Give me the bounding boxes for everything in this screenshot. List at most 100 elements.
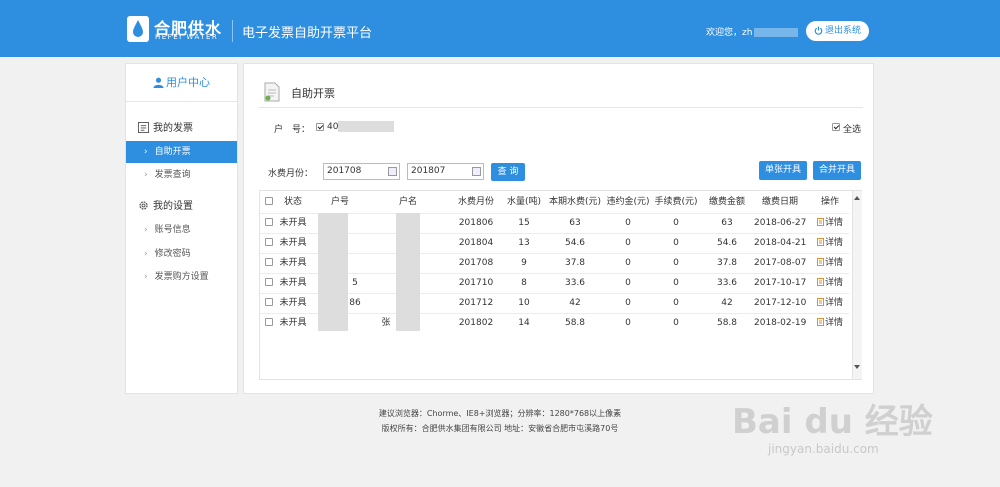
document-small-icon — [816, 318, 824, 326]
table-row[interactable]: 未开具 201804 13 54.6 0 0 54.6 2018-04-21 详… — [260, 233, 849, 253]
detail-link[interactable]: 详情 — [812, 314, 848, 333]
table-row[interactable]: 未开具 86 201712 10 42 0 0 42 2017-12-10 详情 — [260, 293, 849, 313]
logo-subtext: HEFEI WATER — [155, 33, 219, 41]
cell-status: 未开具 — [279, 258, 307, 268]
cell-penalty: 0 — [625, 318, 631, 328]
sidebar-item-account-info[interactable]: › 账号信息 — [126, 219, 237, 241]
cell-quantity: 8 — [521, 278, 527, 288]
sidebar: 用户中心 我的发票 › 自助开票 › 发票查询 我的设置 › 账号信息 › 修改密码 ›… — [125, 63, 238, 394]
cell-month: 201710 — [458, 278, 494, 288]
row-checkbox[interactable] — [265, 218, 273, 226]
row-checkbox-cell — [262, 234, 276, 253]
month-to-value: 201807 — [411, 166, 446, 176]
gear-icon — [139, 201, 148, 210]
chevron-right-icon: › — [144, 147, 148, 157]
detail-link[interactable]: 详情 — [812, 254, 848, 273]
calendar-icon[interactable] — [472, 167, 481, 176]
account-checkbox[interactable] — [316, 123, 324, 131]
month-from-input[interactable]: 201708 — [323, 163, 400, 180]
scroll-down-arrow[interactable] — [854, 365, 860, 369]
logo[interactable]: 合肥供水 HEFEI WATER — [127, 16, 227, 42]
sidebar-item-change-password[interactable]: › 修改密码 — [126, 243, 237, 265]
welcome-text: 欢迎您，zh — [706, 25, 799, 38]
cell-status: 未开具 — [279, 238, 307, 248]
header-checkbox[interactable] — [265, 197, 273, 205]
sidebar-group-invoices: 我的发票 — [138, 119, 193, 134]
col-amount: 缴费金额 — [708, 197, 745, 207]
title-divider — [259, 107, 863, 108]
merge-issue-button[interactable]: 合并开具 — [813, 161, 861, 180]
col-month: 水费月份 — [457, 197, 494, 207]
power-icon — [814, 26, 823, 35]
cell-fee: 54.6 — [564, 238, 586, 248]
detail-link[interactable]: 详情 — [812, 274, 848, 293]
detail-link[interactable]: 详情 — [812, 294, 848, 313]
col-name: 户名 — [398, 197, 417, 207]
cell-charge: 0 — [673, 238, 679, 248]
account-number: 40 — [327, 122, 339, 132]
calendar-icon[interactable] — [388, 167, 397, 176]
detail-link[interactable]: 详情 — [812, 214, 848, 233]
row-checkbox[interactable] — [265, 238, 273, 246]
logout-label: 退出系统 — [824, 26, 861, 36]
cell-month: 201804 — [458, 238, 494, 248]
row-checkbox-cell — [262, 274, 276, 293]
scroll-up-arrow[interactable] — [854, 196, 860, 200]
query-button[interactable]: 查 询 — [491, 163, 525, 181]
sidebar-item-invoice-query[interactable]: › 发票查询 — [126, 164, 237, 186]
cell-quantity: 9 — [521, 258, 527, 268]
table-scrollbar[interactable] — [852, 191, 862, 379]
chevron-right-icon: › — [144, 225, 148, 235]
col-status: 状态 — [283, 197, 302, 207]
sidebar-item-label: 发票查询 — [154, 170, 191, 180]
user-icon — [153, 77, 164, 88]
document-small-icon — [816, 238, 824, 246]
col-charge: 手续费(元) — [654, 197, 698, 207]
row-checkbox[interactable] — [265, 318, 273, 326]
baidu-watermark: Bai du 经验 jingyan.baidu.com — [732, 394, 933, 474]
top-bar: 合肥供水 HEFEI WATER 电子发票自助开票平台 欢迎您，zh 退出系统 — [0, 0, 1000, 57]
cell-fee: 63 — [569, 218, 581, 228]
logout-button[interactable]: 退出系统 — [806, 21, 869, 41]
detail-link[interactable]: 详情 — [812, 234, 848, 253]
main-panel: 自助开票 户 号： 40 全选 水费月份： 201708 201807 查 询 … — [243, 63, 874, 394]
cell-penalty: 0 — [625, 278, 631, 288]
row-checkbox[interactable] — [265, 258, 273, 266]
month-to-input[interactable]: 201807 — [407, 163, 484, 180]
detail-label: 详情 — [824, 298, 843, 308]
row-checkbox-cell — [262, 254, 276, 273]
cell-status: 未开具 — [279, 298, 307, 308]
table-header: 状态 户号 户名 水费月份 水量(吨) 本期水费(元) 违约金(元) 手续费(元… — [260, 191, 849, 213]
row-checkbox[interactable] — [265, 278, 273, 286]
cell-quantity: 13 — [518, 238, 530, 248]
single-issue-button[interactable]: 单张开具 — [759, 161, 807, 180]
detail-label: 详情 — [824, 318, 843, 328]
cell-fee: 42 — [569, 298, 581, 308]
invoice-table: 状态 户号 户名 水费月份 水量(吨) 本期水费(元) 违约金(元) 手续费(元… — [259, 190, 862, 380]
platform-title: 电子发票自助开票平台 — [242, 26, 373, 41]
row-checkbox[interactable] — [265, 298, 273, 306]
col-date: 缴费日期 — [761, 197, 798, 207]
welcome-label: 欢迎您，zh — [706, 28, 753, 38]
account-label: 户 号： — [274, 125, 311, 135]
cell-date: 2017-08-07 — [754, 258, 807, 268]
table-row[interactable]: 未开具 5 201710 8 33.6 0 0 33.6 2017-10-17 … — [260, 273, 849, 293]
cell-status: 未开具 — [279, 218, 307, 228]
table-row[interactable]: 未开具 张 201802 14 58.8 0 0 58.8 2018-02-19… — [260, 313, 849, 333]
table-row[interactable]: 未开具 201806 15 63 0 0 63 2018-06-27 详情 — [260, 213, 849, 233]
watermark-brand: Bai du 经验 — [732, 402, 933, 442]
detail-label: 详情 — [824, 258, 843, 268]
table-row[interactable]: 未开具 201708 9 37.8 0 0 37.8 2017-08-07 详情 — [260, 253, 849, 273]
cell-amount: 63 — [721, 218, 733, 228]
document-icon — [264, 82, 280, 102]
row-checkbox-cell — [262, 294, 276, 313]
sidebar-item-self-invoice[interactable]: › 自助开票 — [126, 141, 237, 163]
cell-date: 2017-12-10 — [754, 298, 807, 308]
water-drop-icon — [127, 16, 149, 42]
sidebar-item-buyer-settings[interactable]: › 发票购方设置 — [126, 266, 237, 288]
select-all-checkbox[interactable] — [832, 123, 840, 131]
cell-month: 201806 — [458, 218, 494, 228]
col-fee: 本期水费(元) — [548, 197, 602, 207]
cell-amount: 54.6 — [716, 238, 738, 248]
cell-amount: 37.8 — [716, 258, 738, 268]
